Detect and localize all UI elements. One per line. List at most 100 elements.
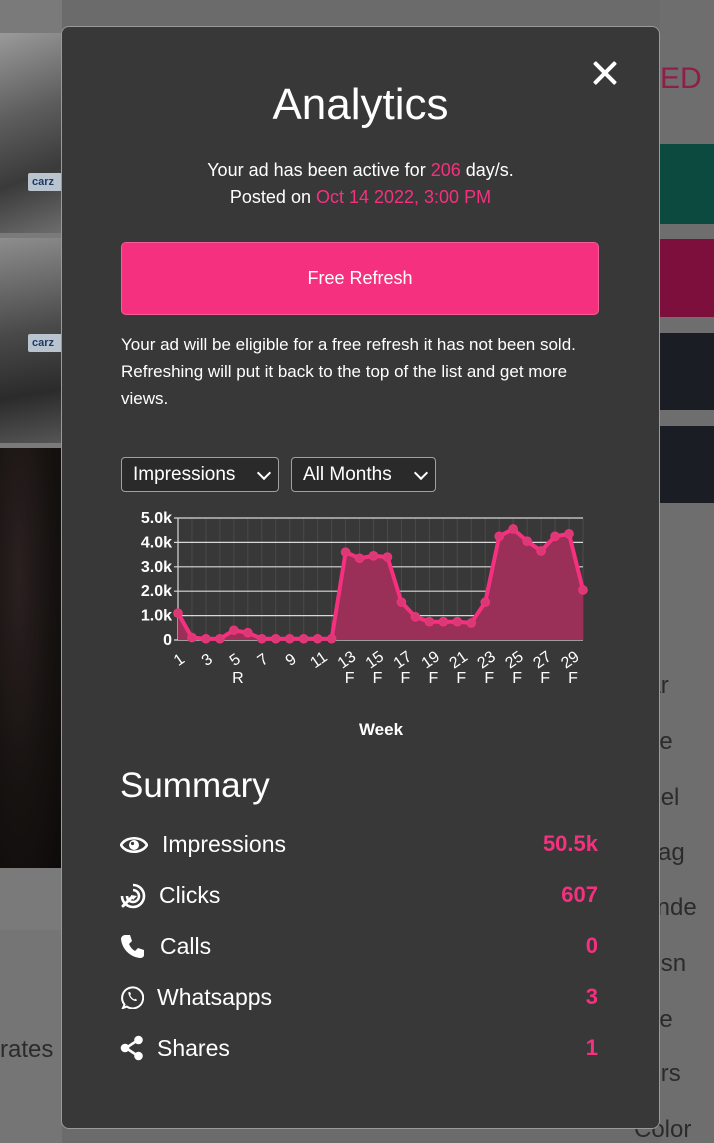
summary-row-impressions: Impressions 50.5k [120, 829, 600, 863]
active-duration: Your ad has been active for 206 day/s. [207, 160, 514, 180]
x-tick-label: 17 [391, 648, 415, 672]
data-point [201, 633, 211, 644]
target-click-icon [120, 883, 146, 909]
modal-title: Analytics [272, 80, 449, 129]
x-tick-sublabel: F [512, 670, 522, 687]
data-point [578, 585, 588, 595]
summary-row-whatsapps: Whatsapps 3 [120, 982, 600, 1016]
posted-date-line: Posted on Oct 14 2022, 3:00 PM [229, 187, 492, 207]
x-tick-sublabel: F [428, 670, 438, 687]
background-tile[interactable] [660, 239, 714, 317]
listing-photo-interior[interactable] [0, 448, 62, 868]
summary-value: 50.5k [542, 831, 598, 856]
data-point [187, 632, 197, 643]
summary-label: Clicks [159, 882, 221, 908]
x-tick-label: 1 [171, 651, 188, 670]
summary-row-clicks: Clicks 607 [120, 880, 600, 914]
summary-title: Summary [120, 766, 270, 805]
data-point [452, 616, 463, 627]
data-point [340, 547, 351, 557]
data-point [438, 616, 449, 627]
data-point [536, 546, 546, 556]
whatsapp-icon [121, 986, 144, 1009]
license-plate: carz [28, 173, 62, 191]
x-tick-sublabel: F [484, 670, 494, 687]
listing-photo[interactable]: carz [0, 33, 62, 233]
data-point [270, 633, 281, 644]
free-refresh-button[interactable]: Free Refresh [121, 242, 599, 315]
period-select-value: All Months [303, 464, 392, 485]
data-point [284, 633, 295, 644]
x-tick-sublabel: F [401, 670, 411, 687]
posted-date: Oct 14 2022, 3:00 PM [315, 187, 492, 207]
y-tick-label: 3.0k [141, 559, 172, 576]
x-tick-label: 11 [307, 649, 330, 673]
chevron-down-icon [256, 465, 272, 481]
data-point [564, 529, 574, 539]
background-tile[interactable] [660, 426, 714, 503]
data-point [424, 616, 435, 627]
summary-value: 0 [585, 933, 598, 958]
period-select[interactable]: All Months [291, 457, 436, 492]
summary-row-calls: Calls 0 [120, 931, 600, 965]
summary-label: Calls [160, 933, 212, 959]
x-tick-sublabel: F [568, 670, 578, 687]
metric-select-value: Impressions [133, 464, 236, 485]
summary-value: 607 [561, 882, 598, 907]
background-tile[interactable] [660, 333, 714, 410]
data-point [229, 625, 239, 636]
x-tick-label: 13 [335, 648, 359, 672]
refresh-note: Your ad will be eligible for a free refr… [121, 335, 576, 408]
license-plate: carz [28, 334, 62, 352]
summary-value: 1 [585, 1035, 598, 1060]
x-tick-label: 5 [227, 651, 244, 670]
data-point [382, 552, 393, 562]
y-tick-label: 1.0k [141, 608, 172, 625]
x-axis-title: Week [358, 720, 404, 739]
background-heading: ED [660, 62, 702, 95]
data-point [354, 553, 365, 564]
y-tick-label: 0 [163, 632, 172, 649]
summary-row-shares: Shares 1 [120, 1033, 600, 1067]
x-tick-label: 21 [447, 648, 471, 672]
data-point [173, 608, 183, 618]
y-tick-label: 2.0k [141, 583, 172, 600]
data-point [466, 618, 477, 628]
x-tick-label: 23 [474, 648, 498, 672]
data-point [550, 531, 560, 542]
x-tick-label: 9 [283, 651, 300, 670]
data-point [494, 531, 505, 542]
x-tick-sublabel: F [456, 670, 466, 687]
eye-icon [120, 836, 148, 854]
chevron-down-icon [413, 465, 429, 481]
x-tick-label: 3 [199, 651, 216, 670]
data-point [326, 633, 337, 644]
x-tick-sublabel: F [540, 670, 550, 687]
impressions-chart: 01.0k2.0k3.0k4.0k5.0k1 3 5R7 9 11 13F15F17F19… [141, 510, 588, 687]
data-point [312, 633, 323, 644]
data-point [215, 633, 225, 644]
data-point [480, 597, 491, 607]
x-tick-sublabel: R [232, 670, 244, 687]
data-point [410, 612, 421, 622]
share-icon [120, 1035, 143, 1061]
data-point [243, 627, 253, 638]
summary-value: 3 [585, 984, 598, 1009]
background-text: rates [0, 1036, 54, 1063]
x-tick-sublabel: F [345, 670, 355, 687]
data-point [256, 633, 267, 644]
summary-label: Impressions [162, 831, 286, 857]
x-tick-label: 19 [419, 648, 443, 672]
x-tick-sublabel: F [373, 670, 383, 687]
phone-icon [121, 935, 144, 958]
listing-photo[interactable]: carz [0, 238, 62, 443]
active-days: 206 [430, 160, 461, 180]
data-point [368, 551, 379, 561]
background-tile[interactable] [660, 144, 714, 224]
summary-label: Shares [157, 1035, 230, 1061]
x-tick-label: 7 [255, 651, 272, 670]
x-tick-label: 15 [363, 648, 387, 672]
y-tick-label: 5.0k [141, 510, 172, 527]
metric-select[interactable]: Impressions [121, 457, 279, 492]
data-point [396, 597, 407, 607]
